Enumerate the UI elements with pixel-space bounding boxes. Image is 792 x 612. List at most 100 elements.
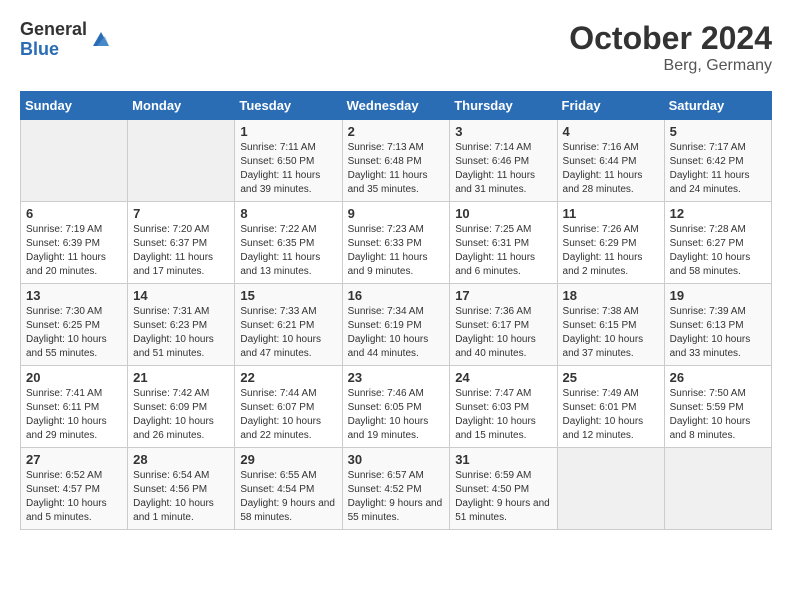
day-info: Sunrise: 7:50 AM Sunset: 5:59 PM Dayligh… xyxy=(670,387,766,443)
day-info: Sunrise: 7:38 AM Sunset: 6:15 PM Dayligh… xyxy=(563,305,659,361)
day-number: 12 xyxy=(670,206,766,221)
calendar-cell: 24 Sunrise: 7:47 AM Sunset: 6:03 PM Dayli… xyxy=(450,366,557,448)
day-number: 29 xyxy=(240,452,336,467)
day-number: 14 xyxy=(133,288,229,303)
day-info: Sunrise: 7:22 AM Sunset: 6:35 PM Dayligh… xyxy=(240,223,336,279)
calendar-cell xyxy=(21,120,128,202)
calendar-week-row: 20Sunrise: 7:41 AM Sunset: 6:11 PM Dayli… xyxy=(21,366,772,448)
calendar-cell: 21Sunrise: 7:42 AM Sunset: 6:09 PM Dayli… xyxy=(128,366,235,448)
day-info: Sunrise: 7:28 AM Sunset: 6:27 PM Dayligh… xyxy=(670,223,766,279)
calendar-cell: 15 Sunrise: 7:33 AM Sunset: 6:21 PM Dayli… xyxy=(235,284,342,366)
weekday-header-wednesday: Wednesday xyxy=(342,92,450,120)
day-info: Sunrise: 7:13 AM Sunset: 6:48 PM Dayligh… xyxy=(348,141,445,197)
calendar-cell: 23 Sunrise: 7:46 AM Sunset: 6:05 PM Dayli… xyxy=(342,366,450,448)
calendar-cell: 14 Sunrise: 7:31 AM Sunset: 6:23 PM Dayli… xyxy=(128,284,235,366)
day-number: 27 xyxy=(26,452,122,467)
weekday-header-tuesday: Tuesday xyxy=(235,92,342,120)
calendar-cell: 10 Sunrise: 7:25 AM Sunset: 6:31 PM Dayli… xyxy=(450,202,557,284)
calendar-cell: 16Sunrise: 7:34 AM Sunset: 6:19 PM Dayli… xyxy=(342,284,450,366)
day-info: Sunrise: 7:20 AM Sunset: 6:37 PM Dayligh… xyxy=(133,223,229,279)
day-info: Sunrise: 6:59 AM Sunset: 4:50 PM Dayligh… xyxy=(455,469,551,525)
day-info: Sunrise: 7:36 AM Sunset: 6:17 PM Dayligh… xyxy=(455,305,551,361)
day-info: Sunrise: 7:25 AM Sunset: 6:31 PM Dayligh… xyxy=(455,223,551,279)
weekday-header-saturday: Saturday xyxy=(664,92,771,120)
day-info: Sunrise: 7:16 AM Sunset: 6:44 PM Dayligh… xyxy=(563,141,659,197)
logo: General Blue xyxy=(20,20,113,60)
calendar-cell: 4 Sunrise: 7:16 AM Sunset: 6:44 PM Daylig… xyxy=(557,120,664,202)
day-info: Sunrise: 7:31 AM Sunset: 6:23 PM Dayligh… xyxy=(133,305,229,361)
day-number: 23 xyxy=(348,370,445,385)
calendar-cell: 9 Sunrise: 7:23 AM Sunset: 6:33 PM Daylig… xyxy=(342,202,450,284)
day-number: 11 xyxy=(563,206,659,221)
calendar-cell: 19 Sunrise: 7:39 AM Sunset: 6:13 PM Dayli… xyxy=(664,284,771,366)
day-info: Sunrise: 7:44 AM Sunset: 6:07 PM Dayligh… xyxy=(240,387,336,443)
page-header: General Blue October 2024 Berg, Germany xyxy=(20,20,772,75)
day-number: 28 xyxy=(133,452,229,467)
day-number: 9 xyxy=(348,206,445,221)
day-info: Sunrise: 7:46 AM Sunset: 6:05 PM Dayligh… xyxy=(348,387,445,443)
calendar-cell: 25 Sunrise: 7:49 AM Sunset: 6:01 PM Dayli… xyxy=(557,366,664,448)
weekday-header-row: SundayMondayTuesdayWednesdayThursdayFrid… xyxy=(21,92,772,120)
day-number: 8 xyxy=(240,206,336,221)
calendar-cell: 29 Sunrise: 6:55 AM Sunset: 4:54 PM Dayli… xyxy=(235,448,342,530)
day-number: 22 xyxy=(240,370,336,385)
day-info: Sunrise: 6:57 AM Sunset: 4:52 PM Dayligh… xyxy=(348,469,445,525)
day-number: 7 xyxy=(133,206,229,221)
calendar-cell: 12 Sunrise: 7:28 AM Sunset: 6:27 PM Dayli… xyxy=(664,202,771,284)
day-number: 18 xyxy=(563,288,659,303)
day-number: 19 xyxy=(670,288,766,303)
day-number: 5 xyxy=(670,124,766,139)
day-number: 15 xyxy=(240,288,336,303)
day-info: Sunrise: 7:26 AM Sunset: 6:29 PM Dayligh… xyxy=(563,223,659,279)
day-number: 13 xyxy=(26,288,122,303)
day-number: 10 xyxy=(455,206,551,221)
calendar-cell xyxy=(664,448,771,530)
calendar-cell: 27Sunrise: 6:52 AM Sunset: 4:57 PM Dayli… xyxy=(21,448,128,530)
day-number: 1 xyxy=(240,124,336,139)
calendar-week-row: 27Sunrise: 6:52 AM Sunset: 4:57 PM Dayli… xyxy=(21,448,772,530)
calendar-week-row: 13 Sunrise: 7:30 AM Sunset: 6:25 PM Dayli… xyxy=(21,284,772,366)
day-info: Sunrise: 7:49 AM Sunset: 6:01 PM Dayligh… xyxy=(563,387,659,443)
calendar-cell: 2 Sunrise: 7:13 AM Sunset: 6:48 PM Daylig… xyxy=(342,120,450,202)
day-info: Sunrise: 6:54 AM Sunset: 4:56 PM Dayligh… xyxy=(133,469,229,525)
day-number: 2 xyxy=(348,124,445,139)
day-info: Sunrise: 7:33 AM Sunset: 6:21 PM Dayligh… xyxy=(240,305,336,361)
day-number: 6 xyxy=(26,206,122,221)
calendar-cell: 5 Sunrise: 7:17 AM Sunset: 6:42 PM Daylig… xyxy=(664,120,771,202)
day-number: 4 xyxy=(563,124,659,139)
day-info: Sunrise: 7:23 AM Sunset: 6:33 PM Dayligh… xyxy=(348,223,445,279)
day-info: Sunrise: 7:17 AM Sunset: 6:42 PM Dayligh… xyxy=(670,141,766,197)
day-number: 16 xyxy=(348,288,445,303)
day-info: Sunrise: 7:39 AM Sunset: 6:13 PM Dayligh… xyxy=(670,305,766,361)
logo-blue-text: Blue xyxy=(20,40,87,60)
title-area: October 2024 Berg, Germany xyxy=(569,20,772,75)
calendar-cell: 7 Sunrise: 7:20 AM Sunset: 6:37 PM Daylig… xyxy=(128,202,235,284)
day-number: 21 xyxy=(133,370,229,385)
calendar-cell: 20Sunrise: 7:41 AM Sunset: 6:11 PM Dayli… xyxy=(21,366,128,448)
calendar-cell: 6 Sunrise: 7:19 AM Sunset: 6:39 PM Daylig… xyxy=(21,202,128,284)
calendar-cell: 17Sunrise: 7:36 AM Sunset: 6:17 PM Dayli… xyxy=(450,284,557,366)
calendar-cell: 11 Sunrise: 7:26 AM Sunset: 6:29 PM Dayli… xyxy=(557,202,664,284)
day-info: Sunrise: 7:30 AM Sunset: 6:25 PM Dayligh… xyxy=(26,305,122,361)
day-number: 25 xyxy=(563,370,659,385)
calendar-cell: 31Sunrise: 6:59 AM Sunset: 4:50 PM Dayli… xyxy=(450,448,557,530)
weekday-header-monday: Monday xyxy=(128,92,235,120)
calendar-cell: 26Sunrise: 7:50 AM Sunset: 5:59 PM Dayli… xyxy=(664,366,771,448)
calendar-table: SundayMondayTuesdayWednesdayThursdayFrid… xyxy=(20,91,772,530)
location-text: Berg, Germany xyxy=(569,57,772,75)
calendar-cell: 28 Sunrise: 6:54 AM Sunset: 4:56 PM Dayli… xyxy=(128,448,235,530)
calendar-cell xyxy=(557,448,664,530)
day-number: 30 xyxy=(348,452,445,467)
day-number: 24 xyxy=(455,370,551,385)
day-info: Sunrise: 7:19 AM Sunset: 6:39 PM Dayligh… xyxy=(26,223,122,279)
day-info: Sunrise: 7:47 AM Sunset: 6:03 PM Dayligh… xyxy=(455,387,551,443)
logo-general-text: General xyxy=(20,20,87,40)
calendar-cell: 13 Sunrise: 7:30 AM Sunset: 6:25 PM Dayli… xyxy=(21,284,128,366)
day-info: Sunrise: 7:11 AM Sunset: 6:50 PM Dayligh… xyxy=(240,141,336,197)
calendar-cell: 3Sunrise: 7:14 AM Sunset: 6:46 PM Daylig… xyxy=(450,120,557,202)
calendar-cell: 1 Sunrise: 7:11 AM Sunset: 6:50 PM Daylig… xyxy=(235,120,342,202)
day-info: Sunrise: 6:55 AM Sunset: 4:54 PM Dayligh… xyxy=(240,469,336,525)
logo-icon xyxy=(89,28,113,52)
weekday-header-sunday: Sunday xyxy=(21,92,128,120)
month-title: October 2024 xyxy=(569,20,772,57)
